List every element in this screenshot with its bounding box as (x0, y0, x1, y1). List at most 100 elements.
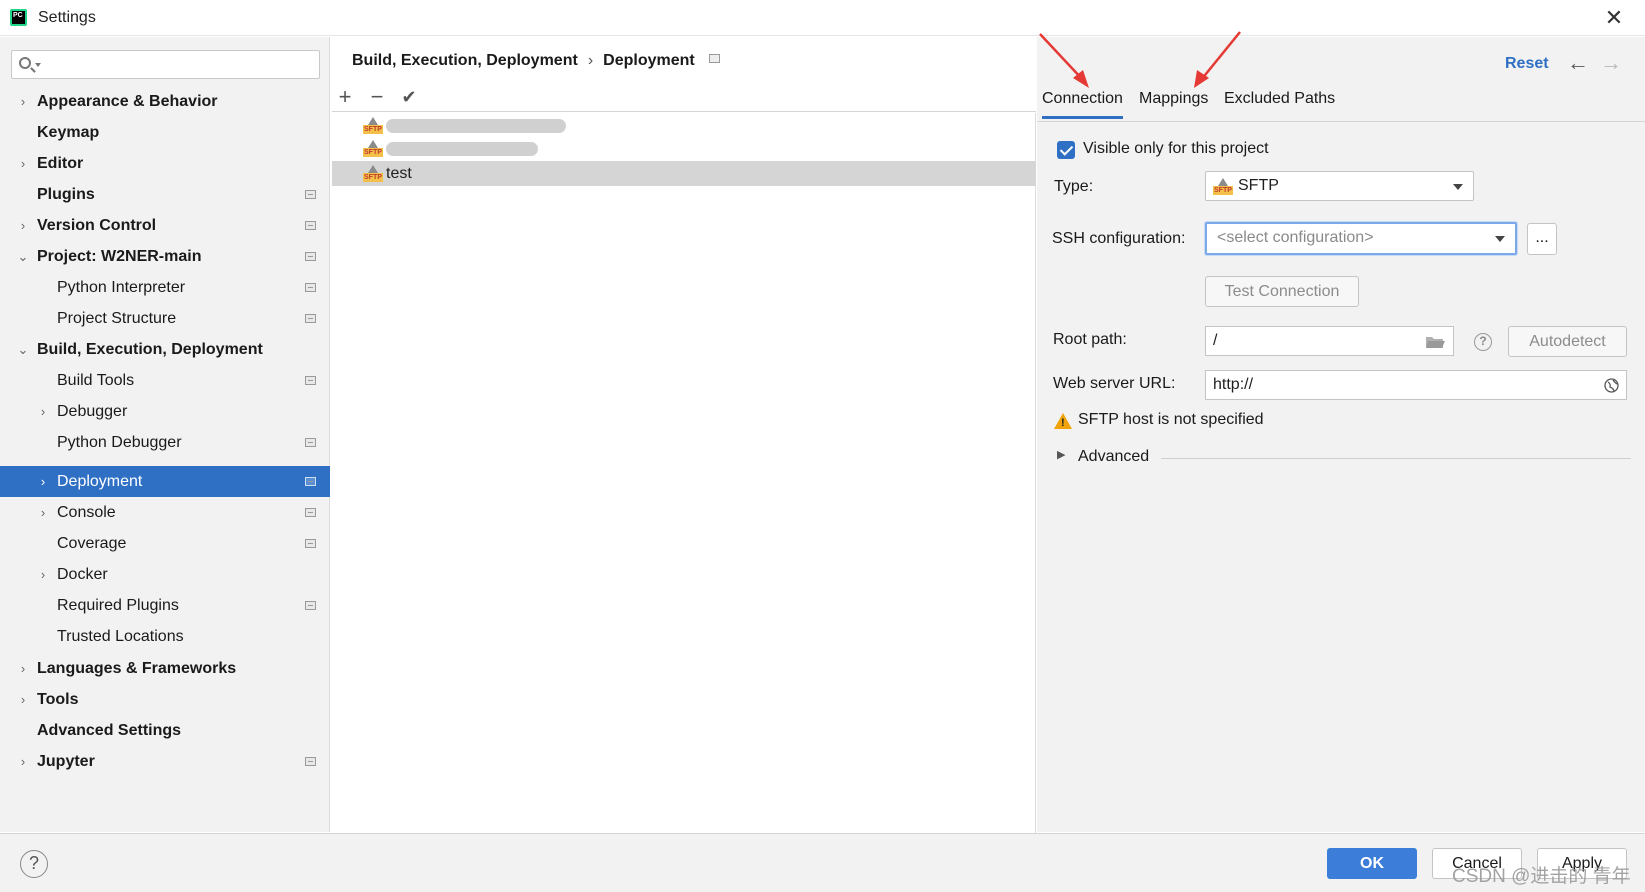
list-item[interactable]: SFTP test (332, 161, 1036, 186)
project-scope-icon (305, 252, 316, 261)
sidebar-item-docker[interactable]: › Docker (0, 559, 330, 590)
title-bar: PC Settings ✕ (0, 0, 1645, 36)
breadcrumb-separator: › (587, 52, 594, 69)
list-item[interactable]: SFTP (332, 113, 1036, 138)
sidebar-item-plugins[interactable]: Plugins (0, 179, 330, 210)
search-icon (19, 57, 31, 69)
sftp-icon: SFTP (363, 140, 383, 157)
ok-button[interactable]: OK (1327, 848, 1417, 879)
sidebar-item-console[interactable]: › Console (0, 497, 330, 528)
project-scope-icon (305, 477, 316, 486)
help-icon[interactable]: ? (1474, 333, 1492, 351)
help-button[interactable]: ? (20, 850, 48, 878)
project-scope-icon (305, 438, 316, 447)
web-server-url-input[interactable]: http:// (1205, 370, 1627, 400)
project-scope-icon (305, 508, 316, 517)
sidebar-item-advanced-settings[interactable]: Advanced Settings (0, 715, 330, 746)
tab-mappings[interactable]: Mappings (1139, 90, 1208, 116)
project-scope-icon (305, 539, 316, 548)
sidebar-item-label: Console (57, 504, 116, 521)
sidebar-item-project-structure[interactable]: Project Structure (0, 303, 330, 334)
tab-excluded-paths[interactable]: Excluded Paths (1224, 90, 1335, 116)
globe-icon[interactable] (1604, 378, 1619, 393)
sidebar-item-label: Project Structure (57, 310, 177, 327)
breadcrumb-parent[interactable]: Build, Execution, Deployment (352, 52, 578, 70)
project-scope-icon (305, 376, 316, 385)
sidebar-item-label: Version Control (37, 217, 157, 234)
forward-arrow-icon[interactable]: → (1600, 50, 1622, 76)
chevron-right-icon: › (20, 156, 26, 171)
sidebar-item-trusted-locations[interactable]: Trusted Locations (0, 621, 330, 652)
advanced-section-toggle[interactable]: Advanced (1078, 448, 1149, 466)
annotation-arrow-mappings (1194, 31, 1241, 88)
sidebar-item-build-execution-deployment[interactable]: ⌄ Build, Execution, Deployment (0, 334, 330, 365)
back-arrow-icon[interactable]: ← (1567, 50, 1589, 76)
visible-only-checkbox[interactable] (1057, 141, 1075, 159)
project-scope-icon (305, 314, 316, 323)
sidebar-item-label: Required Plugins (57, 597, 179, 614)
sidebar-item-editor[interactable]: › Editor (0, 148, 330, 179)
chevron-down-icon (1495, 236, 1505, 242)
sidebar-item-label: Editor (37, 155, 84, 172)
list-item[interactable]: SFTP (332, 136, 1036, 161)
sidebar-item-required-plugins[interactable]: Required Plugins (0, 590, 330, 621)
sidebar-item-label: Deployment (57, 473, 143, 490)
advanced-expand-icon[interactable]: ▶ (1057, 448, 1065, 461)
folder-icon[interactable] (1425, 335, 1445, 349)
autodetect-button[interactable]: Autodetect (1508, 326, 1627, 357)
sidebar-item-label: Project: W2NER-main (37, 248, 202, 265)
ssh-config-select[interactable]: <select configuration> (1205, 222, 1517, 255)
close-icon[interactable]: ✕ (1600, 4, 1628, 32)
sidebar-item-label: Jupyter (37, 753, 95, 770)
sidebar-item-label: Python Debugger (57, 434, 182, 451)
sidebar-item-label: Plugins (37, 186, 95, 203)
type-select[interactable]: SFTP SFTP (1205, 171, 1474, 201)
project-scope-icon (305, 190, 316, 199)
project-scope-icon (305, 601, 316, 610)
remove-server-button[interactable]: − (364, 84, 390, 110)
sidebar-item-label: Languages & Frameworks (37, 660, 237, 677)
set-default-button[interactable]: ✔ (396, 84, 422, 110)
search-input[interactable] (11, 50, 320, 79)
chevron-right-icon: › (40, 505, 46, 520)
sftp-icon: SFTP (363, 165, 383, 182)
project-scope-icon (708, 54, 720, 64)
root-path-input[interactable]: / (1205, 326, 1454, 356)
sidebar-item-label: Appearance & Behavior (37, 93, 218, 110)
pycharm-logo-icon: PC (10, 9, 27, 26)
test-connection-button[interactable]: Test Connection (1205, 276, 1359, 307)
server-name: test (386, 165, 412, 182)
warning-text: SFTP host is not specified (1078, 411, 1264, 428)
sidebar-item-deployment[interactable]: › Deployment (0, 466, 330, 497)
sidebar-item-version-control[interactable]: › Version Control (0, 210, 330, 241)
sidebar-item-python-debugger[interactable]: Python Debugger (0, 427, 330, 458)
sidebar-item-label: Debugger (57, 403, 128, 420)
web-server-url-value: http:// (1213, 376, 1254, 393)
sidebar-item-appearance[interactable]: › Appearance & Behavior (0, 86, 330, 117)
sidebar-item-debugger[interactable]: › Debugger (0, 396, 330, 427)
chevron-down-icon (1453, 184, 1463, 190)
sidebar-item-python-interpreter[interactable]: Python Interpreter (0, 272, 330, 303)
server-list: SFTP SFTP SFTP test (332, 113, 1036, 833)
add-server-button[interactable]: + (332, 84, 358, 110)
sftp-icon: SFTP (363, 117, 383, 134)
sidebar-item-jupyter[interactable]: › Jupyter (0, 746, 330, 777)
sidebar-item-keymap[interactable]: Keymap (0, 117, 330, 148)
annotation-arrow-connection (1039, 33, 1089, 88)
root-path-label: Root path: (1053, 331, 1127, 348)
ssh-config-browse-button[interactable]: ... (1527, 223, 1557, 255)
sidebar-item-label: Coverage (57, 535, 127, 552)
sidebar-item-label: Tools (37, 691, 79, 708)
chevron-right-icon: › (40, 567, 46, 582)
reset-button[interactable]: Reset (1505, 55, 1549, 73)
sidebar-item-coverage[interactable]: Coverage (0, 528, 330, 559)
sidebar-item-build-tools[interactable]: Build Tools (0, 365, 330, 396)
sidebar-item-project[interactable]: ⌄ Project: W2NER-main (0, 241, 330, 272)
breadcrumb-current: Deployment (603, 52, 695, 69)
breadcrumb: Build, Execution, Deployment › Deployment (352, 52, 720, 70)
tab-connection[interactable]: Connection (1042, 90, 1123, 119)
sidebar-item-tools[interactable]: › Tools (0, 684, 330, 715)
chevron-down-icon: ⌄ (17, 249, 29, 264)
connection-tabs: Connection Mappings Excluded Paths (1037, 84, 1645, 122)
sidebar-item-languages-frameworks[interactable]: › Languages & Frameworks (0, 653, 330, 684)
